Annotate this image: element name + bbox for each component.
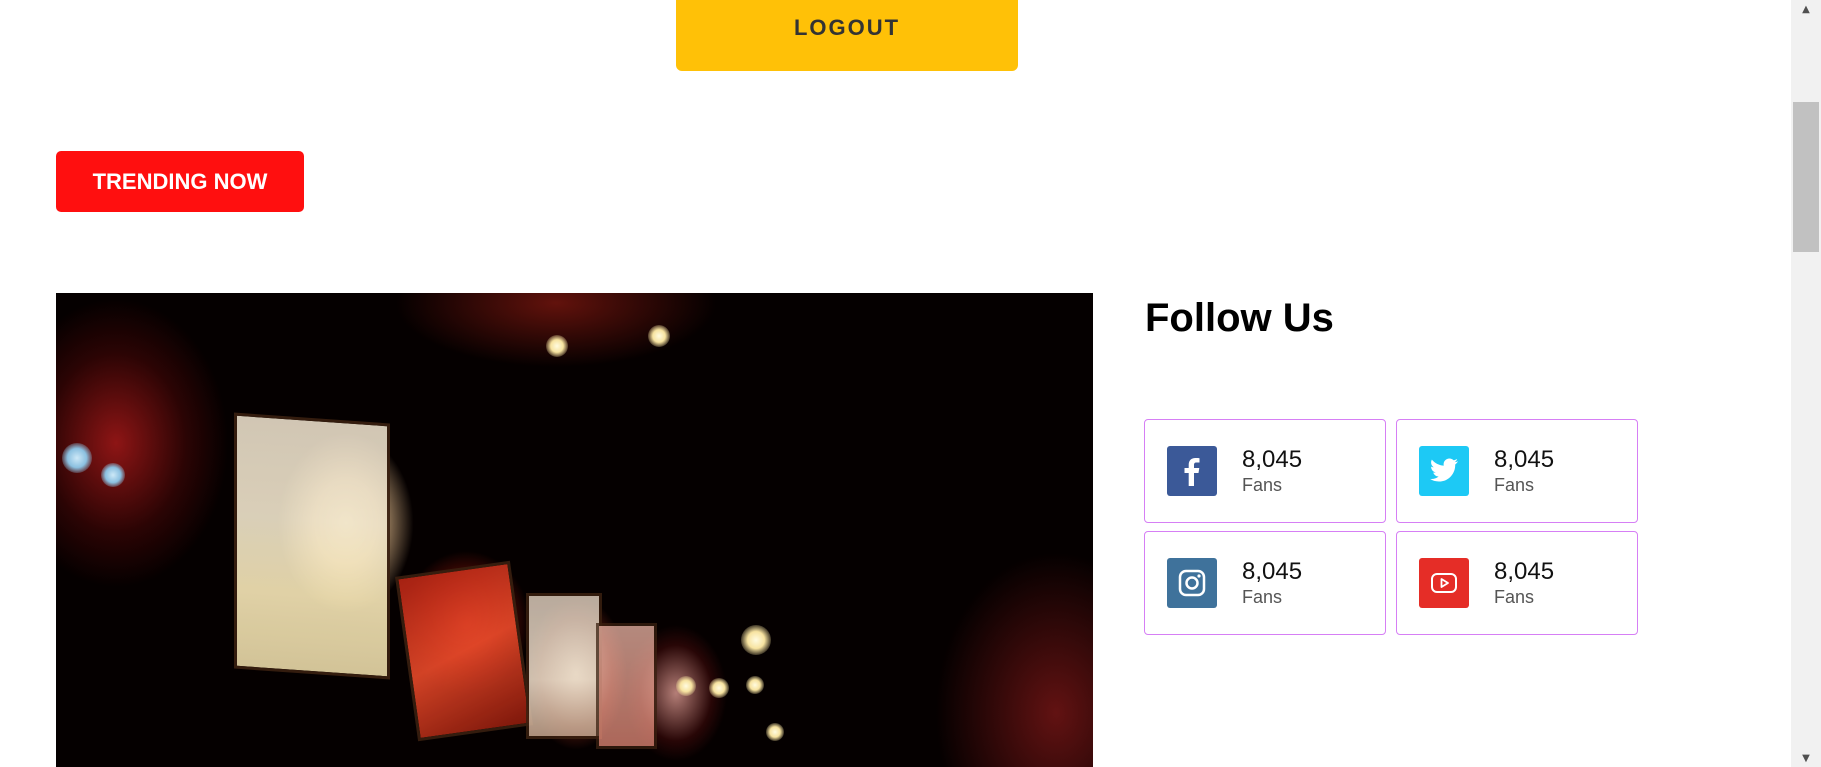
trending-now-button[interactable]: TRENDING NOW (56, 151, 304, 212)
scroll-up-arrow-icon[interactable]: ▲ (1791, 0, 1821, 18)
fans-label: Fans (1494, 587, 1535, 607)
social-card-instagram[interactable]: 8,045 Fans (1144, 531, 1386, 635)
bokeh-light (62, 443, 92, 473)
social-info: 8,045 Fans (1242, 446, 1302, 496)
follow-us-title: Follow Us (1145, 296, 1334, 340)
lantern-shape (234, 412, 390, 680)
fans-label: Fans (1242, 475, 1283, 495)
social-card-twitter[interactable]: 8,045 Fans (1396, 419, 1638, 523)
scroll-down-arrow-icon[interactable]: ▼ (1791, 749, 1821, 767)
social-info: 8,045 Fans (1494, 446, 1554, 496)
social-info: 8,045 Fans (1494, 558, 1554, 608)
bokeh-light (741, 625, 771, 655)
fans-count: 8,045 (1494, 558, 1555, 585)
bokeh-light (709, 678, 729, 698)
vertical-scrollbar[interactable]: ▲ ▼ (1791, 0, 1821, 767)
page: LOGOUT TRENDING NOW Follow Us 8,045 Fans (0, 0, 1821, 767)
bokeh-light (546, 335, 568, 357)
twitter-icon (1419, 446, 1469, 496)
bokeh-light (101, 463, 125, 487)
lantern-shape (395, 560, 533, 742)
hero-image-lanterns[interactable] (56, 293, 1093, 767)
bokeh-light (676, 676, 696, 696)
social-info: 8,045 Fans (1242, 558, 1302, 608)
fans-label: Fans (1242, 587, 1283, 607)
lantern-shape (526, 593, 602, 739)
bokeh-light (746, 676, 764, 694)
instagram-icon (1167, 558, 1217, 608)
fans-count: 8,045 (1242, 558, 1303, 585)
bokeh-light (648, 325, 670, 347)
social-card-youtube[interactable]: 8,045 Fans (1396, 531, 1638, 635)
fans-count: 8,045 (1494, 446, 1555, 473)
social-card-facebook[interactable]: 8,045 Fans (1144, 419, 1386, 523)
logout-button[interactable]: LOGOUT (676, 0, 1018, 71)
bokeh-light (766, 723, 784, 741)
social-follow-grid: 8,045 Fans 8,045 Fans 8,045 Fans 8,045 F… (1144, 419, 1638, 635)
youtube-icon (1419, 558, 1469, 608)
scrollbar-thumb[interactable] (1793, 102, 1819, 252)
lantern-shape (596, 623, 657, 749)
fans-count: 8,045 (1242, 446, 1303, 473)
facebook-icon (1167, 446, 1217, 496)
fans-label: Fans (1494, 475, 1535, 495)
